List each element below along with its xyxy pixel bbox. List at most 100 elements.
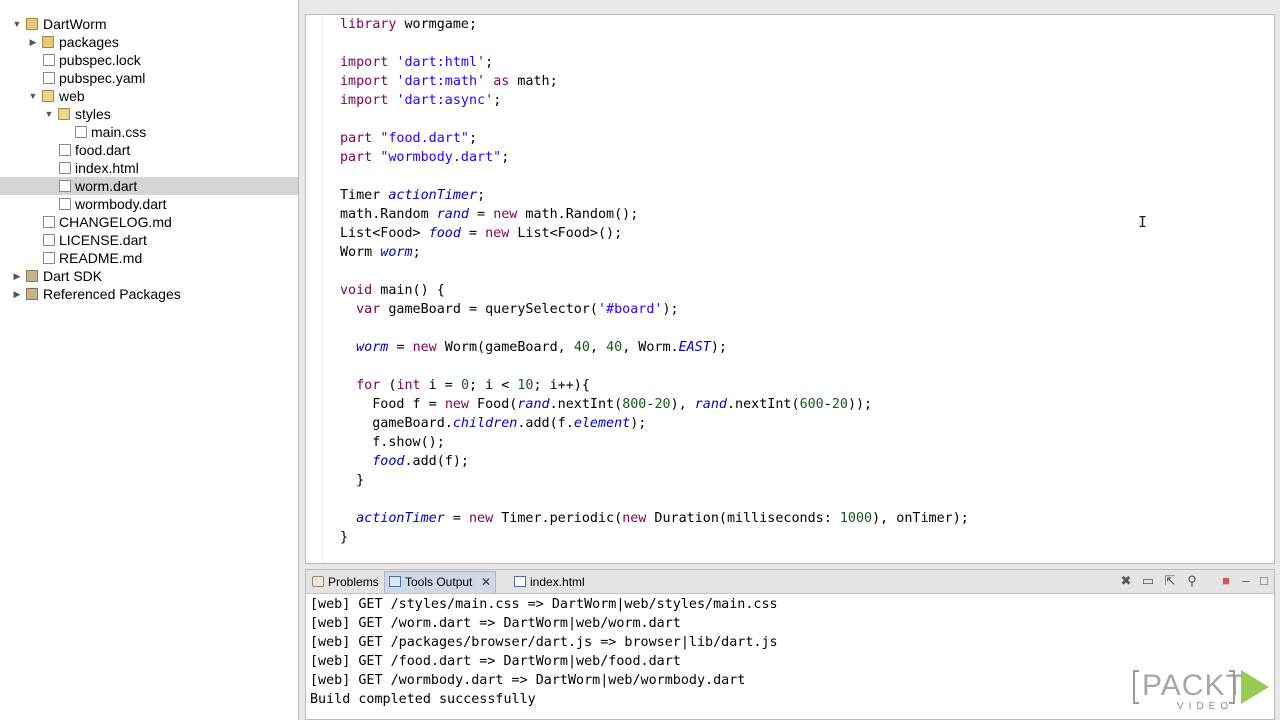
console-output[interactable]: [web] GET /styles/main.css => DartWorm|w…: [310, 595, 778, 709]
panel-tab-bar: Problems Tools Output ✕ index.html ✖ ▭ ⇱…: [306, 570, 1274, 594]
tab-tools-output[interactable]: Tools Output ✕: [384, 571, 496, 593]
code-line[interactable]: void main() {: [340, 281, 969, 300]
tab-label: Problems: [328, 575, 379, 589]
dart-file-icon: [59, 180, 71, 192]
code-line[interactable]: Worm worm;: [340, 243, 969, 262]
code-line[interactable]: ​: [340, 319, 969, 338]
code-line[interactable]: ​: [340, 490, 969, 509]
expand-arrow-icon[interactable]: ▼: [44, 105, 54, 123]
html-file-icon: [514, 576, 526, 587]
code-line[interactable]: var gameBoard = querySelector('#board');: [340, 300, 969, 319]
minimize-icon[interactable]: –: [1238, 573, 1254, 589]
tree-item-pubspec-lock[interactable]: pubspec.lock: [0, 51, 298, 69]
tree-item-changelog[interactable]: CHANGELOG.md: [0, 213, 298, 231]
tree-item-dart-sdk[interactable]: ▶ Dart SDK: [0, 267, 298, 285]
tree-item-referenced-packages[interactable]: ▶ Referenced Packages: [0, 285, 298, 303]
code-line[interactable]: f.show();: [340, 433, 969, 452]
code-line[interactable]: gameBoard.children.add(f.element);: [340, 414, 969, 433]
tree-item-index-html[interactable]: index.html: [0, 159, 298, 177]
tree-item-license[interactable]: LICENSE.dart: [0, 231, 298, 249]
folder-icon: [42, 36, 54, 48]
packt-video-logo: PACKT VIDEO: [1133, 666, 1273, 714]
pin-icon[interactable]: ⚲: [1184, 573, 1200, 589]
code-area[interactable]: library wormgame;​import 'dart:html';imp…: [340, 15, 969, 547]
tree-item-worm-dart[interactable]: worm.dart: [0, 177, 298, 195]
tree-item-packages[interactable]: ▶ packages: [0, 33, 298, 51]
tree-item-label: styles: [75, 106, 111, 122]
tree-item-label: web: [59, 88, 85, 104]
code-line[interactable]: math.Random rand = new math.Random();: [340, 205, 969, 224]
console-line: [web] GET /packages/browser/dart.js => b…: [310, 635, 778, 650]
tree-item-label: worm.dart: [75, 178, 138, 194]
tab-problems[interactable]: Problems: [308, 572, 382, 592]
dart-file-icon: [59, 198, 71, 210]
code-line[interactable]: Food f = new Food(rand.nextInt(800-20), …: [340, 395, 969, 414]
code-line[interactable]: part "wormbody.dart";: [340, 148, 969, 167]
tree-item-dartworm[interactable]: ▼ DartWorm: [0, 15, 298, 33]
collapse-arrow-icon[interactable]: ▶: [28, 33, 38, 51]
editor-gutter[interactable]: [306, 15, 323, 563]
code-line[interactable]: food.add(f);: [340, 452, 969, 471]
code-line[interactable]: ​: [340, 167, 969, 186]
logo-subtitle: VIDEO: [1177, 701, 1234, 712]
code-line[interactable]: import 'dart:async';: [340, 91, 969, 110]
code-line[interactable]: actionTimer = new Timer.periodic(new Dur…: [340, 509, 969, 528]
tree-item-styles[interactable]: ▼ styles: [0, 105, 298, 123]
problems-icon: [312, 576, 324, 587]
library-icon: [26, 270, 38, 282]
project-folder-icon: [26, 18, 38, 30]
open-console-icon[interactable]: ⇱: [1162, 573, 1178, 589]
tree-item-label: DartWorm: [43, 16, 107, 32]
logo-bracket-right: [1229, 670, 1235, 704]
expand-arrow-icon[interactable]: ▼: [12, 15, 22, 33]
code-line[interactable]: ​: [340, 357, 969, 376]
tree-item-label: LICENSE.dart: [59, 232, 147, 248]
console-line: [web] GET /food.dart => DartWorm|web/foo…: [310, 654, 681, 669]
terminate-icon[interactable]: ■: [1218, 573, 1234, 589]
code-line[interactable]: List<Food> food = new List<Food>();: [340, 224, 969, 243]
code-line[interactable]: Timer actionTimer;: [340, 186, 969, 205]
code-editor[interactable]: library wormgame;​import 'dart:html';imp…: [305, 14, 1275, 564]
collapse-arrow-icon[interactable]: ▶: [12, 267, 22, 285]
tree-item-label: CHANGELOG.md: [59, 214, 172, 230]
code-line[interactable]: ​: [340, 110, 969, 129]
code-line[interactable]: for (int i = 0; i < 10; i++){: [340, 376, 969, 395]
collapse-arrow-icon[interactable]: ▶: [12, 285, 22, 303]
tree-item-pubspec-yaml[interactable]: pubspec.yaml: [0, 69, 298, 87]
code-line[interactable]: }: [340, 528, 969, 547]
code-line[interactable]: part "food.dart";: [340, 129, 969, 148]
maximize-icon[interactable]: □: [1256, 573, 1272, 589]
code-line[interactable]: ​: [340, 34, 969, 53]
console-line: Build completed successfully: [310, 692, 536, 707]
code-line[interactable]: worm = new Worm(gameBoard, 40, 40, Worm.…: [340, 338, 969, 357]
tree-item-food-dart[interactable]: food.dart: [0, 141, 298, 159]
logo-bracket-left: [1133, 670, 1139, 704]
tree-item-label: Dart SDK: [43, 268, 103, 284]
folder-icon: [42, 90, 54, 102]
console-line: [web] GET /wormbody.dart => DartWorm|web…: [310, 673, 746, 688]
tab-label: index.html: [530, 575, 585, 589]
code-line[interactable]: ​: [340, 262, 969, 281]
expand-arrow-icon[interactable]: ▼: [28, 87, 38, 105]
clear-console-icon[interactable]: ✖: [1118, 573, 1134, 589]
console-line: [web] GET /styles/main.css => DartWorm|w…: [310, 597, 778, 612]
console-line: [web] GET /worm.dart => DartWorm|web/wor…: [310, 616, 681, 631]
tree-item-label: packages: [59, 34, 119, 50]
file-icon: [43, 252, 55, 264]
code-line[interactable]: library wormgame;: [340, 15, 969, 34]
close-tab-icon[interactable]: ✕: [481, 572, 491, 592]
tree-item-main-css[interactable]: main.css: [0, 123, 298, 141]
tree-item-wormbody-dart[interactable]: wormbody.dart: [0, 195, 298, 213]
code-line[interactable]: }: [340, 471, 969, 490]
tree-item-label: food.dart: [75, 142, 131, 158]
code-line[interactable]: import 'dart:math' as math;: [340, 72, 969, 91]
tree-item-readme[interactable]: README.md: [0, 249, 298, 267]
tree-item-web[interactable]: ▼ web: [0, 87, 298, 105]
tree-item-label: wormbody.dart: [75, 196, 167, 212]
tree-item-label: pubspec.yaml: [59, 70, 146, 86]
file-icon: [59, 162, 71, 174]
code-line[interactable]: import 'dart:html';: [340, 53, 969, 72]
text-cursor-icon: I: [1138, 213, 1148, 231]
display-icon[interactable]: ▭: [1140, 573, 1156, 589]
tab-index-html[interactable]: index.html: [510, 572, 592, 592]
